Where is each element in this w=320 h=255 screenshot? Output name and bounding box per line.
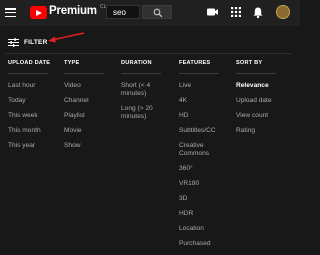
filter-group-upload-date: UPLOAD DATE Last hour Today This week Th… <box>8 60 60 157</box>
divider <box>5 53 292 54</box>
filter-option[interactable]: Playlist <box>64 112 114 120</box>
sort-option[interactable]: View count <box>236 112 294 120</box>
filter-option[interactable]: Last hour <box>8 82 60 90</box>
divider <box>8 73 48 74</box>
filter-option[interactable]: This month <box>8 127 60 135</box>
divider <box>64 73 104 74</box>
filter-option[interactable]: Long (> 20 minutes) <box>121 105 173 121</box>
filter-option[interactable]: Purchased <box>179 240 231 248</box>
filter-option[interactable]: 360° <box>179 165 231 173</box>
filter-group-type: TYPE Video Channel Playlist Movie Show <box>64 60 114 157</box>
filter-option[interactable]: Subtitles/CC <box>179 127 231 135</box>
sort-option[interactable]: Rating <box>236 127 294 135</box>
brand-name[interactable]: Premium <box>49 5 97 17</box>
search-input[interactable]: seo <box>106 5 140 19</box>
filter-button[interactable]: FILTER <box>8 36 47 48</box>
create-video-icon[interactable] <box>206 6 219 18</box>
filter-option[interactable]: HD <box>179 112 231 120</box>
filter-group-features: FEATURES Live 4K HD Subtitles/CC Creativ… <box>179 60 231 255</box>
search-button[interactable] <box>142 5 172 19</box>
hamburger-menu-icon[interactable] <box>5 8 16 18</box>
top-app-bar: Premium CL seo <box>0 0 300 26</box>
filter-group-heading: UPLOAD DATE <box>8 60 51 66</box>
filter-option[interactable]: Video <box>64 82 114 90</box>
filter-option[interactable]: Location <box>179 225 231 233</box>
filter-group-heading: FEATURES <box>179 60 211 66</box>
filter-group-heading: DURATION <box>121 60 152 66</box>
filter-group-duration: DURATION Short (< 4 minutes) Long (> 20 … <box>121 60 173 128</box>
filter-option[interactable]: 3D <box>179 195 231 203</box>
filter-option[interactable]: 4K <box>179 97 231 105</box>
divider <box>179 73 219 74</box>
annotation-arrow-icon <box>48 32 85 43</box>
filter-option[interactable]: This week <box>8 112 60 120</box>
youtube-logo[interactable] <box>30 6 47 19</box>
sort-option-selected[interactable]: Relevance <box>236 82 294 90</box>
divider <box>121 73 161 74</box>
divider <box>236 73 276 74</box>
search-query-text: seo <box>113 8 126 17</box>
filter-option[interactable]: VR180 <box>179 180 231 188</box>
filter-option[interactable]: Channel <box>64 97 114 105</box>
filter-group-heading: TYPE <box>64 60 80 66</box>
apps-grid-icon[interactable] <box>230 6 242 18</box>
filter-group-heading: SORT BY <box>236 60 263 66</box>
sort-option[interactable]: Upload date <box>236 97 294 105</box>
filter-label: FILTER <box>24 38 48 46</box>
filter-group-sort-by: SORT BY Relevance Upload date View count… <box>236 60 294 142</box>
avatar[interactable] <box>276 5 290 19</box>
notifications-bell-icon[interactable] <box>252 6 264 19</box>
tune-icon <box>8 37 19 47</box>
filter-option[interactable]: Movie <box>64 127 114 135</box>
search-icon <box>153 8 163 18</box>
filter-option[interactable]: HDR <box>179 210 231 218</box>
filter-option[interactable]: This year <box>8 142 60 150</box>
filter-option[interactable]: Show <box>64 142 114 150</box>
filter-option[interactable]: Short (< 4 minutes) <box>121 82 173 98</box>
filter-option[interactable]: Today <box>8 97 60 105</box>
filter-option[interactable]: Live <box>179 82 231 90</box>
filter-option[interactable]: Creative Commons <box>179 142 231 158</box>
